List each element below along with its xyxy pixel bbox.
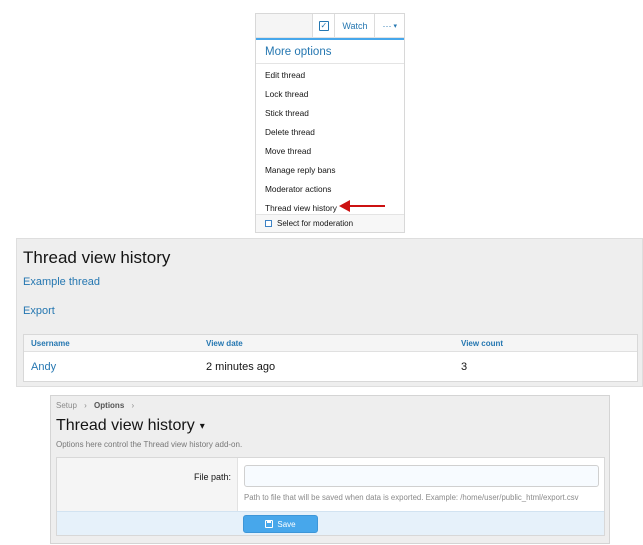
column-header-view-count: View count — [461, 339, 504, 348]
file-path-hint: Path to file that will be saved when dat… — [244, 493, 579, 502]
addon-options-page: Setup › Options › Thread view history ▾ … — [50, 395, 610, 544]
column-header-username: Username — [31, 339, 70, 348]
pointer-arrow-icon — [339, 200, 385, 212]
select-for-moderation-label: Select for moderation — [277, 219, 354, 228]
checkbox-icon: ✓ — [318, 20, 329, 31]
menu-item-lock-thread[interactable]: Lock thread — [256, 85, 404, 104]
history-table: Username View date View count Andy 2 min… — [23, 334, 638, 382]
breadcrumb-separator: › — [131, 401, 135, 410]
select-for-moderation[interactable]: Select for moderation — [256, 214, 404, 232]
view-date-cell: 2 minutes ago — [206, 361, 276, 373]
table-row: Andy 2 minutes ago 3 — [24, 352, 637, 382]
form-label-column: File path: — [57, 458, 238, 513]
watch-button[interactable]: Watch — [334, 14, 375, 37]
table-header: Username View date View count — [24, 335, 637, 352]
chevron-down-icon[interactable]: ▾ — [200, 421, 205, 432]
select-checkbox-button[interactable]: ✓ — [312, 14, 335, 37]
breadcrumb-options[interactable]: Options — [94, 401, 124, 410]
username-link[interactable]: Andy — [31, 352, 56, 382]
breadcrumb-separator: › — [84, 401, 87, 410]
menu-item-move-thread[interactable]: Move thread — [256, 142, 404, 161]
chevron-down-icon: ▾ — [393, 22, 397, 30]
menu-item-manage-reply-bans[interactable]: Manage reply bans — [256, 161, 404, 180]
menu-item-delete-thread[interactable]: Delete thread — [256, 123, 404, 142]
menu-heading: More options — [256, 40, 404, 64]
thread-toolbar: ✓ Watch ··· ▾ — [256, 14, 404, 38]
breadcrumb-setup[interactable]: Setup — [56, 401, 77, 410]
options-description: Options here control the Thread view his… — [56, 440, 243, 449]
menu-list: Edit thread Lock thread Stick thread Del… — [256, 66, 404, 218]
file-path-label: File path: — [193, 472, 231, 482]
column-header-view-date: View date — [206, 339, 243, 348]
save-button[interactable]: Save — [243, 515, 318, 533]
menu-item-edit-thread[interactable]: Edit thread — [256, 66, 404, 85]
page-title: Thread view history — [23, 248, 171, 267]
export-link[interactable]: Export — [23, 305, 55, 317]
checkbox-icon[interactable] — [265, 220, 272, 227]
file-path-input[interactable] — [244, 465, 599, 487]
thread-view-history-page: Thread view history Example thread Expor… — [16, 238, 643, 387]
options-title[interactable]: Thread view history ▾ — [56, 417, 205, 435]
menu-item-stick-thread[interactable]: Stick thread — [256, 104, 404, 123]
thread-link[interactable]: Example thread — [23, 276, 100, 288]
view-count-cell: 3 — [461, 361, 468, 373]
ellipsis-icon: ··· — [382, 20, 392, 31]
breadcrumb: Setup › Options › — [56, 401, 139, 410]
form-submit-row: Save — [57, 511, 604, 535]
menu-item-moderator-actions[interactable]: Moderator actions — [256, 180, 404, 199]
options-title-text: Thread view history — [56, 417, 195, 434]
save-icon — [265, 520, 274, 528]
more-options-button[interactable]: ··· ▾ — [374, 14, 404, 37]
save-button-label: Save — [277, 519, 296, 529]
options-form: File path: Path to file that will be sav… — [56, 457, 605, 536]
